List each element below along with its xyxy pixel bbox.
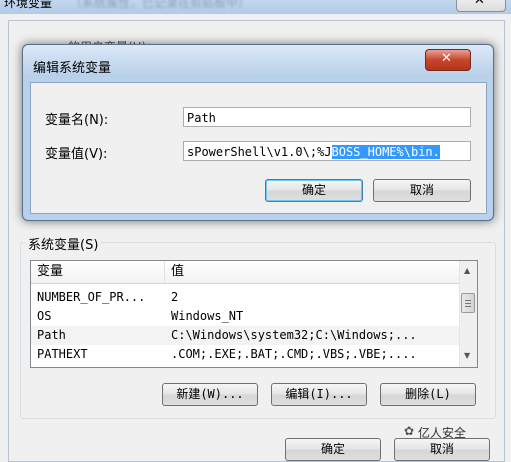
cancel-button[interactable]: 取消 xyxy=(373,179,471,202)
outer-window-title: 环境变量 xyxy=(4,0,53,10)
column-header-value[interactable]: 值 xyxy=(165,261,459,283)
dialog-close-button[interactable]: ✕ xyxy=(425,49,471,71)
list-item[interactable]: PATHEXT .COM;.EXE;.BAT;.CMD;.VBS;.VBE;..… xyxy=(31,345,459,364)
list-item-selected[interactable]: Path C:\Windows\system32;C:\Windows;... xyxy=(31,326,459,345)
close-icon: ✕ xyxy=(474,0,485,8)
scroll-thumb[interactable] xyxy=(461,293,475,313)
outer-window-title-blurred: （系统属性，已记录在剪贴板中） xyxy=(70,0,251,10)
scroll-up-icon[interactable]: ▲ xyxy=(464,266,470,275)
dialog-titlebar: 编辑系统变量 ✕ xyxy=(23,45,493,77)
watermark: ✿ 亿人安全 xyxy=(404,424,467,440)
list-header: 变量 值 xyxy=(31,261,459,284)
ok-button[interactable]: 确定 xyxy=(265,179,363,202)
wechat-icon: ✿ xyxy=(404,424,415,438)
close-icon: ✕ xyxy=(441,51,452,66)
new-button[interactable]: 新建(W)... xyxy=(162,383,258,406)
variable-value-label: 变量值(V): xyxy=(45,147,108,162)
edit-button[interactable]: 编辑(I)... xyxy=(271,383,367,406)
column-header-variable[interactable]: 变量 xyxy=(31,261,165,283)
system-variables-list[interactable]: 变量 值 NUMBER_OF_PR... 2 OS Windows_NT Pat… xyxy=(30,260,478,368)
dialog-title: 编辑系统变量 xyxy=(33,61,112,76)
list-item[interactable]: NUMBER_OF_PR... 2 xyxy=(31,288,459,307)
list-item[interactable]: OS Windows_NT xyxy=(31,307,459,326)
edit-system-variable-dialog: 编辑系统变量 ✕ 变量名(N): Path 变量值(V): sPowerShel… xyxy=(22,44,494,221)
delete-button[interactable]: 删除(L) xyxy=(380,383,476,406)
scroll-down-icon[interactable]: ▼ xyxy=(464,351,470,360)
outer-ok-button[interactable]: 确定 xyxy=(285,438,381,461)
variable-name-label: 变量名(N): xyxy=(45,113,109,128)
variable-value-input[interactable]: sPowerShell\v1.0\;%JBOSS_HOME%\bin. xyxy=(183,141,471,161)
vertical-scrollbar[interactable]: ▲ ▼ xyxy=(459,261,477,367)
system-variables-label: 系统变量(S) xyxy=(26,234,101,253)
selected-text: BOSS_HOME%\bin. xyxy=(331,145,440,159)
outer-cancel-button[interactable]: 取消 xyxy=(394,438,490,461)
outer-close-button[interactable]: ✕ xyxy=(456,0,506,12)
variable-name-input[interactable]: Path xyxy=(183,107,471,127)
dialog-body: 变量名(N): Path 变量值(V): sPowerShell\v1.0\;%… xyxy=(30,82,487,214)
